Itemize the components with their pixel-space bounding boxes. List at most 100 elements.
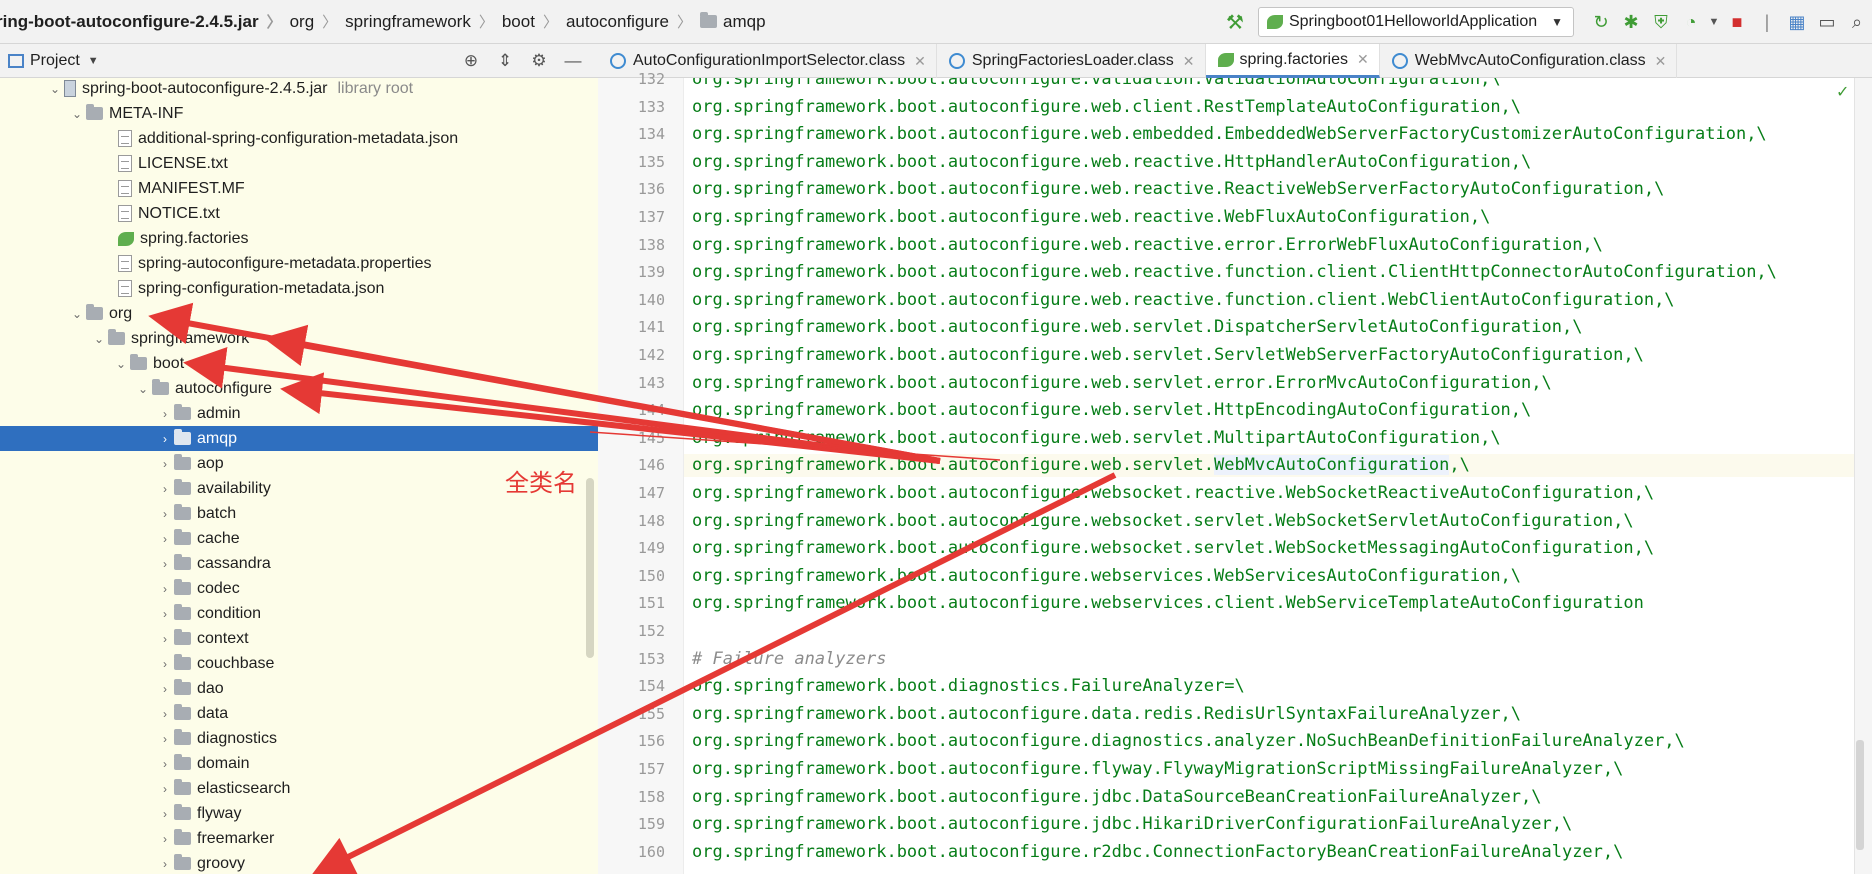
- tree-scrollbar[interactable]: [586, 478, 594, 658]
- chevron-down-icon[interactable]: ⌄: [68, 107, 86, 121]
- code-line[interactable]: org.springframework.boot.autoconfigure.w…: [692, 316, 1582, 339]
- code-line[interactable]: org.springframework.boot.autoconfigure.w…: [692, 261, 1777, 284]
- tab-spring-factories[interactable]: spring.factories ✕: [1205, 44, 1380, 78]
- project-structure-icon[interactable]: ▦: [1782, 7, 1812, 37]
- code-line[interactable]: org.springframework.boot.autoconfigure.w…: [692, 482, 1654, 505]
- close-icon[interactable]: ✕: [1183, 53, 1195, 70]
- tree-item-jar[interactable]: ⌄ spring-boot-autoconfigure-2.4.5.jar li…: [0, 78, 598, 101]
- code-line[interactable]: org.springframework.boot.autoconfigure.w…: [692, 592, 1644, 615]
- tree-item-package[interactable]: › couchbase: [0, 651, 598, 676]
- tree-item-package[interactable]: › domain: [0, 751, 598, 776]
- tree-item-package[interactable]: › groovy: [0, 851, 598, 874]
- tree-item-file[interactable]: MANIFEST.MF: [0, 176, 598, 201]
- tree-item-package[interactable]: › data: [0, 701, 598, 726]
- code-line[interactable]: org.springframework.boot.autoconfigure.w…: [692, 151, 1531, 174]
- breadcrumb-amqp[interactable]: amqp: [700, 12, 766, 32]
- tree-item-package[interactable]: › freemarker: [0, 826, 598, 851]
- code-line[interactable]: org.springframework.boot.autoconfigure.w…: [692, 565, 1521, 588]
- code-line[interactable]: org.springframework.boot.autoconfigure.w…: [692, 537, 1654, 560]
- editor-scrollbar[interactable]: [1856, 740, 1864, 850]
- code-line[interactable]: org.springframework.boot.autoconfigure.w…: [692, 178, 1664, 201]
- tree-item-autoconfigure[interactable]: ⌄ autoconfigure: [0, 376, 598, 401]
- chevron-right-icon[interactable]: ›: [156, 507, 174, 521]
- close-icon[interactable]: ✕: [1357, 51, 1369, 68]
- tree-item-package[interactable]: › codec: [0, 576, 598, 601]
- chevron-right-icon[interactable]: ›: [156, 557, 174, 571]
- code-line[interactable]: org.springframework.boot.autoconfigure.w…: [692, 427, 1501, 450]
- chevron-right-icon[interactable]: ›: [156, 707, 174, 721]
- chevron-right-icon[interactable]: ›: [156, 482, 174, 496]
- code-line[interactable]: org.springframework.boot.autoconfigure.w…: [692, 510, 1634, 533]
- code-line[interactable]: org.springframework.boot.autoconfigure.v…: [692, 78, 1501, 91]
- code-line[interactable]: org.springframework.boot.autoconfigure.w…: [692, 123, 1767, 146]
- chevron-right-icon[interactable]: ›: [156, 457, 174, 471]
- collapse-all-icon[interactable]: ⇕: [488, 46, 522, 76]
- code-line[interactable]: org.springframework.boot.autoconfigure.j…: [692, 786, 1542, 809]
- chevron-right-icon[interactable]: ›: [156, 607, 174, 621]
- search-icon[interactable]: ⌕: [1842, 7, 1872, 37]
- chevron-down-icon[interactable]: ⌄: [112, 357, 130, 371]
- chevron-right-icon[interactable]: ›: [156, 807, 174, 821]
- code-line[interactable]: org.springframework.boot.autoconfigure.w…: [692, 234, 1603, 257]
- breadcrumb-springframework[interactable]: springframework 〉: [345, 11, 502, 32]
- stop-icon[interactable]: ■: [1722, 7, 1752, 37]
- code-line[interactable]: org.springframework.boot.autoconfigure.d…: [692, 703, 1521, 726]
- chevron-right-icon[interactable]: ›: [156, 532, 174, 546]
- tree-item-file[interactable]: additional-spring-configuration-metadata…: [0, 126, 598, 151]
- code-line[interactable]: org.springframework.boot.autoconfigure.r…: [692, 841, 1623, 864]
- rerun-icon[interactable]: ↻: [1586, 7, 1616, 37]
- tree-item-package[interactable]: › amqp: [0, 426, 598, 451]
- code-line[interactable]: org.springframework.boot.autoconfigure.d…: [692, 730, 1685, 753]
- tree-item-package[interactable]: › admin: [0, 401, 598, 426]
- chevron-right-icon[interactable]: ›: [156, 782, 174, 796]
- chevron-right-icon[interactable]: ›: [156, 657, 174, 671]
- terminal-icon[interactable]: ▭: [1812, 7, 1842, 37]
- caret-down-icon[interactable]: ▼: [1706, 7, 1722, 37]
- tree-item-boot[interactable]: ⌄ boot: [0, 351, 598, 376]
- breadcrumb-org[interactable]: org 〉: [290, 11, 346, 32]
- code-editor[interactable]: org.springframework.boot.autoconfigure.v…: [684, 78, 1854, 874]
- tab-spring-factories-loader[interactable]: SpringFactoriesLoader.class ✕: [937, 44, 1206, 78]
- tree-item-package[interactable]: › batch: [0, 501, 598, 526]
- code-line[interactable]: # Failure analyzers: [692, 648, 886, 671]
- tree-item-meta-inf[interactable]: ⌄ META-INF: [0, 101, 598, 126]
- tree-item-file[interactable]: NOTICE.txt: [0, 201, 598, 226]
- chevron-right-icon[interactable]: ›: [156, 832, 174, 846]
- tree-item-file[interactable]: spring-configuration-metadata.json: [0, 276, 598, 301]
- breadcrumb-boot[interactable]: boot 〉: [502, 11, 566, 32]
- tree-item-file[interactable]: spring.factories: [0, 226, 598, 251]
- chevron-down-icon[interactable]: ⌄: [68, 307, 86, 321]
- coverage-shield-icon[interactable]: ⛨: [1646, 7, 1676, 37]
- code-line[interactable]: org.springframework.boot.autoconfigure.w…: [692, 399, 1531, 422]
- tree-item-file[interactable]: spring-autoconfigure-metadata.properties: [0, 251, 598, 276]
- chevron-down-icon[interactable]: ⌄: [46, 82, 64, 96]
- tree-item-file[interactable]: LICENSE.txt: [0, 151, 598, 176]
- gear-icon[interactable]: ⚙: [522, 46, 556, 76]
- tree-item-package[interactable]: › flyway: [0, 801, 598, 826]
- minimize-icon[interactable]: —: [556, 46, 590, 76]
- tree-item-package[interactable]: › condition: [0, 601, 598, 626]
- chevron-down-icon[interactable]: ⌄: [90, 332, 108, 346]
- run-configuration-select[interactable]: Springboot01HelloworldApplication ▼: [1257, 7, 1574, 37]
- chevron-down-icon[interactable]: ⌄: [134, 382, 152, 396]
- chevron-right-icon[interactable]: ›: [156, 432, 174, 446]
- locate-crosshair-icon[interactable]: ⊕: [454, 46, 488, 76]
- chevron-right-icon[interactable]: ›: [156, 582, 174, 596]
- chevron-right-icon[interactable]: ›: [156, 857, 174, 871]
- chevron-right-icon[interactable]: ›: [156, 407, 174, 421]
- debug-bug-icon[interactable]: ✱: [1616, 7, 1646, 37]
- chevron-right-icon[interactable]: ›: [156, 757, 174, 771]
- code-line[interactable]: org.springframework.boot.diagnostics.Fai…: [692, 675, 1245, 698]
- tab-web-mvc-auto-configuration[interactable]: WebMvcAutoConfiguration.class ✕: [1380, 44, 1678, 78]
- tree-item-package[interactable]: › cassandra: [0, 551, 598, 576]
- code-line[interactable]: org.springframework.boot.autoconfigure.w…: [692, 96, 1521, 119]
- chevron-right-icon[interactable]: ›: [156, 732, 174, 746]
- breadcrumb-jar[interactable]: ring-boot-autoconfigure-2.4.5.jar 〉: [0, 11, 290, 32]
- code-line[interactable]: org.springframework.boot.autoconfigure.w…: [692, 344, 1644, 367]
- tree-item-package[interactable]: › diagnostics: [0, 726, 598, 751]
- code-line[interactable]: org.springframework.boot.autoconfigure.f…: [692, 758, 1623, 781]
- code-line[interactable]: org.springframework.boot.autoconfigure.w…: [692, 454, 1470, 477]
- code-line[interactable]: org.springframework.boot.autoconfigure.w…: [692, 206, 1490, 229]
- breadcrumb-autoconfigure[interactable]: autoconfigure 〉: [566, 11, 700, 32]
- project-view-selector[interactable]: Project ▼: [8, 52, 99, 70]
